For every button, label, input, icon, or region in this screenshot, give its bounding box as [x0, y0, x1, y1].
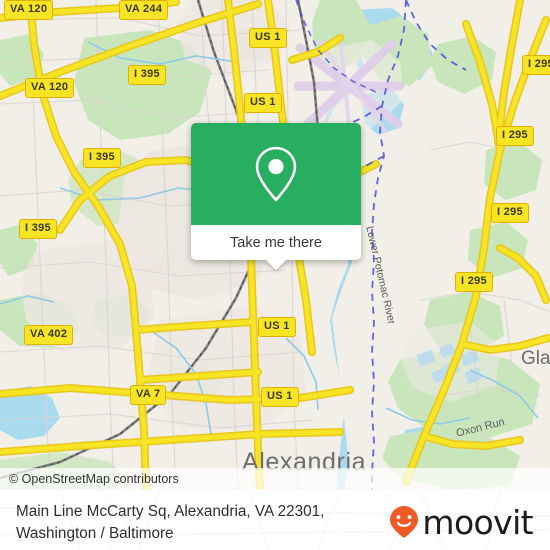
- location-address: Main Line McCarty Sq, Alexandria, VA 223…: [16, 501, 396, 545]
- footer-bar: Main Line McCarty Sq, Alexandria, VA 223…: [0, 490, 550, 550]
- road-shield-i-395-mid[interactable]: I 395: [83, 148, 121, 168]
- road-shield-i-295-mid[interactable]: I 295: [491, 203, 529, 223]
- road-shield-i-295-top[interactable]: I 295: [522, 55, 550, 75]
- road-shield-us-1-upper[interactable]: US 1: [244, 93, 282, 113]
- road-shield-us-1-north[interactable]: US 1: [249, 28, 287, 48]
- road-shield-va-244[interactable]: VA 244: [119, 0, 169, 20]
- map-pin-icon: [255, 146, 297, 202]
- road-shield-i-395-north[interactable]: I 395: [128, 65, 166, 85]
- moovit-map-screenshot: Alexandria Gla Lower Potomac River Oxon …: [0, 0, 550, 550]
- road-shield-i-395-west[interactable]: I 395: [19, 219, 57, 239]
- popup-pointer: [265, 259, 287, 270]
- road-shield-va-120-west[interactable]: VA 120: [25, 78, 75, 98]
- moovit-pin-icon: [390, 506, 419, 538]
- moovit-wordmark: moovit: [422, 502, 533, 542]
- attribution-text[interactable]: © OpenStreetMap contributors: [0, 472, 179, 486]
- road-shield-va-7[interactable]: VA 7: [130, 385, 167, 405]
- map-attribution-bar: © OpenStreetMap contributors: [0, 468, 550, 490]
- address-line-1: Main Line McCarty Sq, Alexandria, VA 223…: [16, 503, 325, 520]
- take-me-there-button[interactable]: Take me there: [191, 225, 361, 260]
- city-label-glassmanor: Gla: [521, 348, 550, 369]
- road-shield-i-295-upper[interactable]: I 295: [496, 126, 534, 146]
- popup-header: [191, 123, 361, 225]
- road-shield-us-1-mid[interactable]: US 1: [258, 317, 296, 337]
- take-me-there-label: Take me there: [230, 234, 322, 251]
- road-shield-va-120-north[interactable]: VA 120: [4, 0, 54, 20]
- address-line-2: Washington / Baltimore: [16, 525, 174, 542]
- road-shield-us-1-south[interactable]: US 1: [261, 387, 299, 407]
- moovit-logo[interactable]: moovit: [389, 502, 534, 542]
- location-popup-card[interactable]: Take me there: [191, 123, 361, 270]
- road-shield-i-295-lower[interactable]: I 295: [455, 272, 493, 292]
- road-shield-va-402[interactable]: VA 402: [24, 325, 74, 345]
